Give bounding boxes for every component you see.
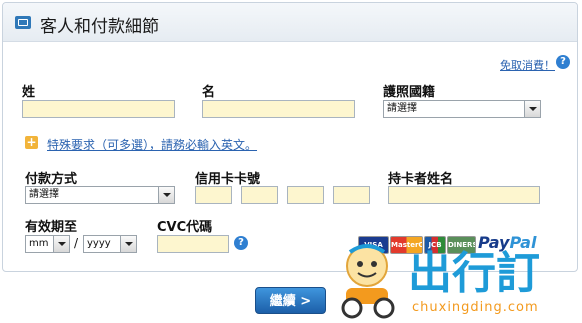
cvc-input[interactable] (157, 235, 229, 253)
guest-payment-panel: 客人和付款細節 免取消費！ ? 姓 名 護照國籍 請選擇 + 特殊要求（可多選）… (2, 2, 578, 272)
expiry-separator: / (74, 236, 79, 250)
payment-method-value: 請選擇 (29, 189, 59, 200)
card-number-input-1[interactable] (195, 186, 232, 204)
help-icon[interactable]: ? (234, 236, 248, 250)
cvc-label: CVC代碼 (157, 220, 213, 235)
cancellation-fee-link[interactable]: 免取消費！ (500, 57, 555, 73)
chevron-down-icon[interactable] (53, 236, 69, 252)
expiry-month-value: mm (29, 238, 49, 249)
card-number-input-3[interactable] (287, 186, 324, 204)
expiry-month-select[interactable]: mm (25, 235, 70, 253)
payment-method-select[interactable]: 請選擇 (25, 186, 175, 204)
chevron-down-icon[interactable] (524, 101, 540, 117)
expiry-year-value: yyyy (87, 238, 111, 249)
watermark-logo-text: 出行訂 (408, 248, 540, 299)
special-request-link[interactable]: 特殊要求（可多選），請務必輸入英文。 (47, 136, 257, 153)
given-name-input[interactable] (202, 100, 355, 118)
expiry-year-select[interactable]: yyyy (83, 235, 137, 253)
watermark-logo: 出行訂 (408, 250, 540, 298)
panel-header: 客人和付款細節 (3, 3, 577, 42)
card-number-input-4[interactable] (333, 186, 370, 204)
chevron-down-icon[interactable] (120, 236, 136, 252)
card-icon (15, 16, 31, 29)
watermark-url: chuxingding.com (412, 300, 539, 315)
given-name-label: 名 (202, 85, 216, 100)
chevron-down-icon[interactable] (158, 187, 174, 203)
surname-input[interactable] (22, 100, 175, 118)
help-icon[interactable]: ? (556, 55, 570, 69)
surname-label: 姓 (22, 85, 36, 100)
nationality-label: 護照國籍 (383, 85, 436, 100)
cardholder-input[interactable] (388, 186, 540, 204)
expiry-label: 有效期至 (25, 220, 78, 235)
card-number-label: 信用卡卡號 (195, 172, 261, 187)
mascot-scooter-icon (341, 244, 395, 319)
payment-method-label: 付款方式 (25, 172, 78, 187)
continue-button[interactable]: 繼續 > (255, 287, 326, 314)
nationality-value: 請選擇 (387, 103, 417, 114)
cardholder-label: 持卡者姓名 (388, 172, 454, 187)
card-number-input-2[interactable] (241, 186, 278, 204)
plus-icon[interactable]: + (25, 136, 38, 149)
panel-title: 客人和付款細節 (40, 17, 159, 37)
nationality-select[interactable]: 請選擇 (383, 100, 541, 118)
